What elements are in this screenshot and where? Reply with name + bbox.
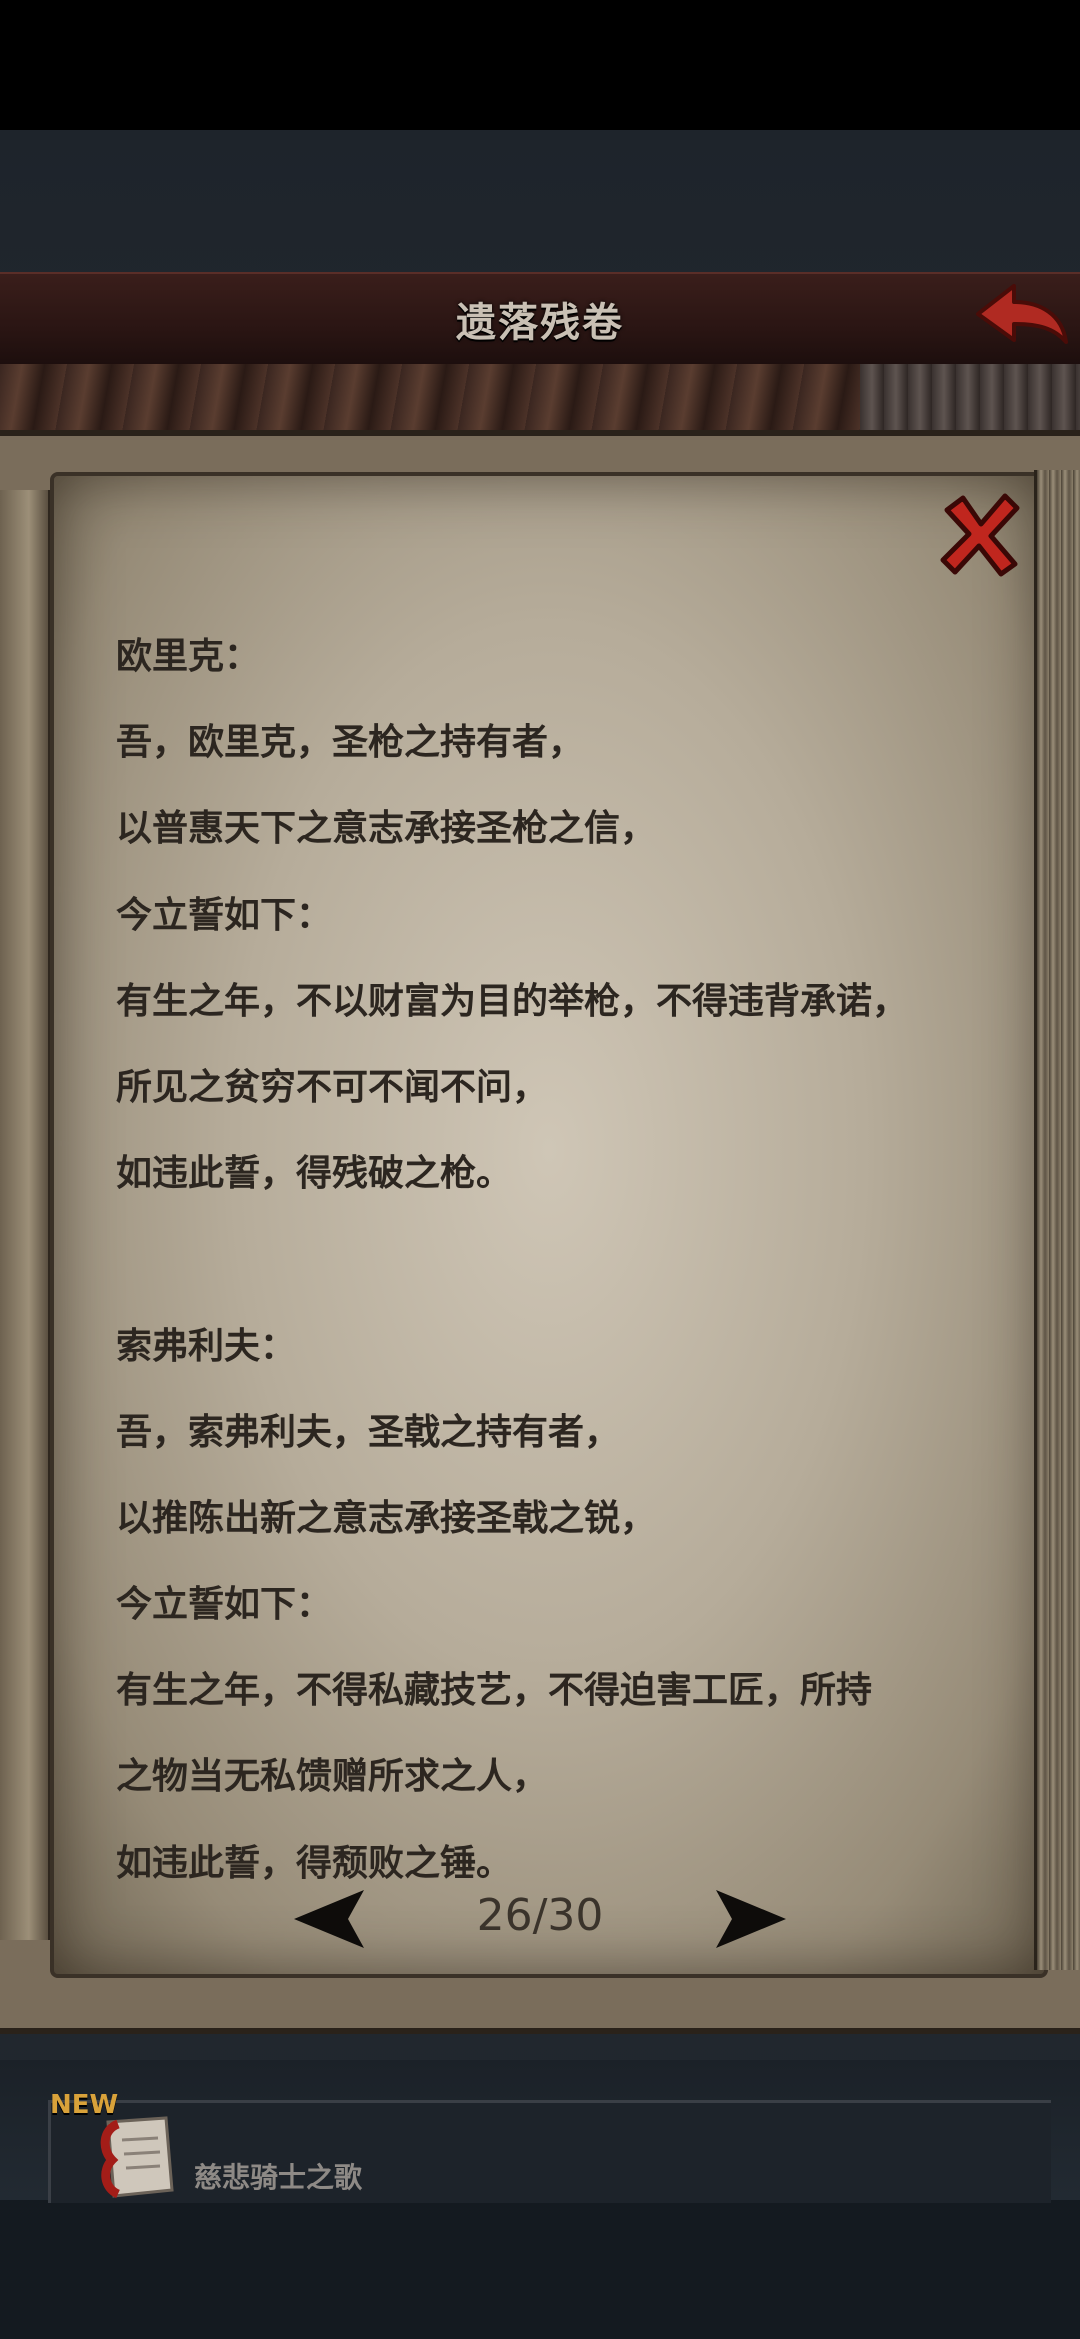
text-line: 以普惠天下之意志承接圣枪之信， <box>116 808 657 850</box>
text-line: 今立誓如下： <box>116 894 333 936</box>
text-line: 所见之贫穷不可不闻不问， <box>116 1066 549 1108</box>
left-page-edge <box>0 490 51 1940</box>
scroll-icon <box>88 2110 198 2200</box>
pager: 26/30 <box>290 1880 790 1960</box>
next-page-button[interactable] <box>710 1884 790 1954</box>
text-line: 如违此誓，得残破之枪。 <box>116 1153 513 1195</box>
right-page-edges <box>1034 470 1080 1970</box>
status-bar-area <box>0 0 1080 130</box>
text-line: 之物当无私馈赠所求之人， <box>116 1756 549 1798</box>
new-badge: NEW <box>50 2090 119 2120</box>
text-line: 今立誓如下： <box>116 1584 333 1626</box>
list-item-label: 慈悲骑士之歌 <box>194 2161 363 2194</box>
next-page-icon <box>716 1890 786 1948</box>
back-arrow-icon <box>976 284 1068 344</box>
page-title: 遗落残卷 <box>456 300 624 346</box>
prev-page-button[interactable] <box>290 1884 370 1954</box>
prev-page-icon <box>294 1890 364 1948</box>
text-line: 索弗利夫： <box>116 1325 297 1367</box>
list-item[interactable]: NEW 慈悲骑士之歌 <box>48 2090 1051 2203</box>
back-button[interactable] <box>970 280 1070 352</box>
text-line-blank <box>116 1231 996 1317</box>
text-line: 吾，欧里克，圣枪之持有者， <box>116 722 585 764</box>
close-icon <box>940 493 1020 577</box>
text-line: 吾，索弗利夫，圣戟之持有者， <box>116 1411 621 1453</box>
bottom-strip <box>0 2200 1080 2339</box>
text-line: 以推陈出新之意志承接圣戟之锐， <box>116 1497 657 1539</box>
text-line: 欧里克： <box>116 636 261 677</box>
text-line: 有生之年，不得私藏技艺，不得迫害工匠，所持 <box>116 1670 873 1712</box>
page-indicator: 26/30 <box>476 1890 604 1941</box>
document-text: 欧里克： 吾，欧里克，圣枪之持有者， 以普惠天下之意志承接圣枪之信， 今立誓如下… <box>116 628 996 1921</box>
close-button[interactable] <box>935 488 1025 578</box>
text-line: 有生之年，不以财富为目的举枪，不得违背承诺， <box>116 980 909 1022</box>
